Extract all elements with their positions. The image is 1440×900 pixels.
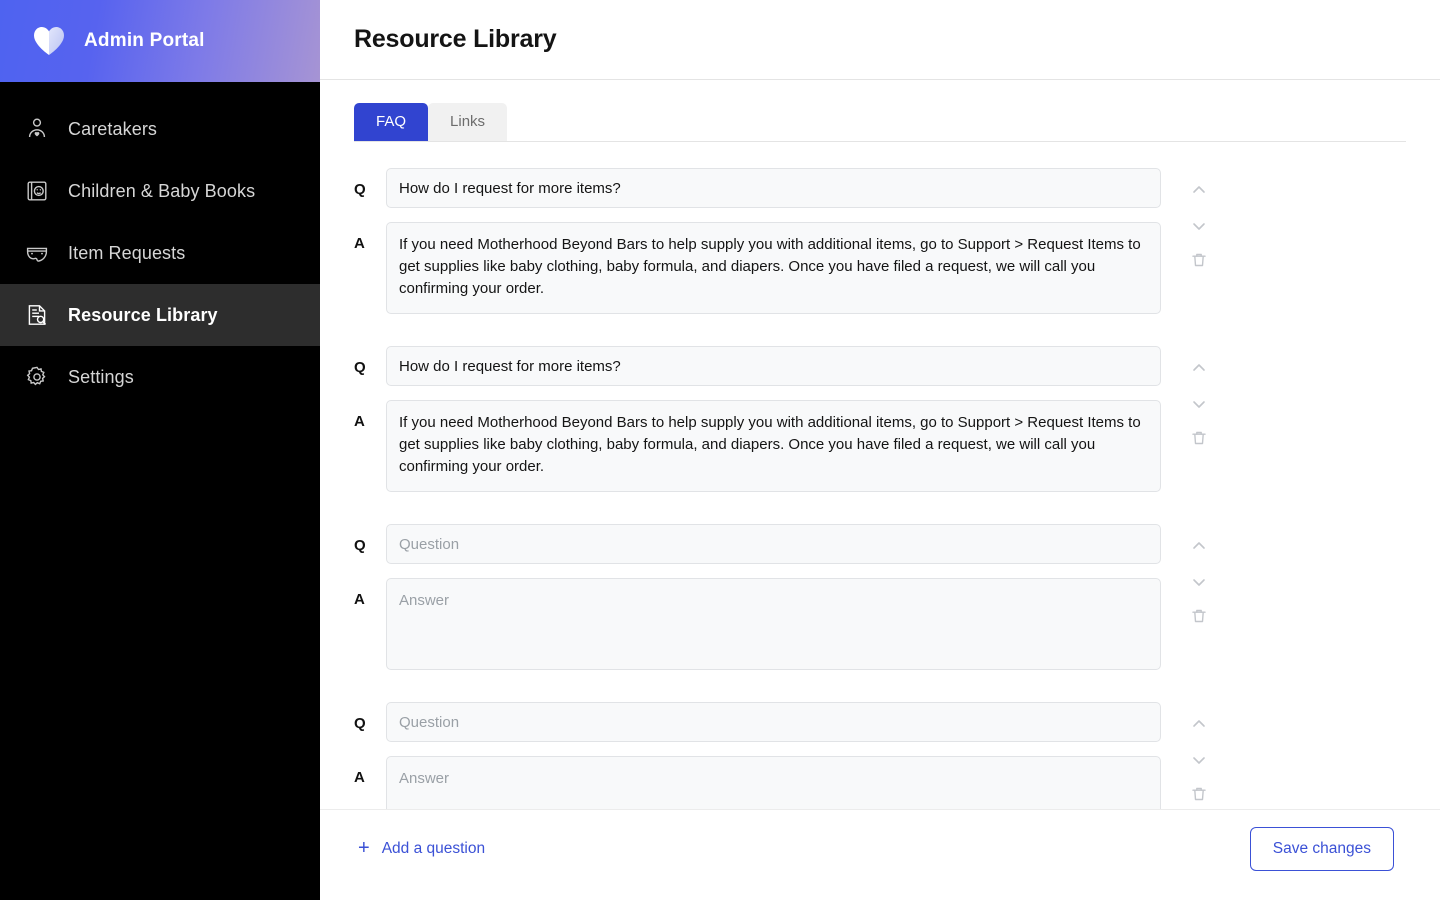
answer-input[interactable]: If you need Motherhood Beyond Bars to he… (386, 222, 1161, 314)
answer-label: A (354, 591, 365, 608)
faq-item-actions (1179, 168, 1219, 274)
faq-scroll-area[interactable]: Q A If you need Motherhood Beyond Bars t… (320, 142, 1440, 810)
answer-row: A If you need Motherhood Beyond Bars to … (354, 222, 1162, 314)
faq-fields: Q A If you need Motherhood Beyond Bars t… (354, 168, 1162, 314)
question-label: Q (354, 715, 366, 732)
answer-input[interactable]: If you need Motherhood Beyond Bars to he… (386, 400, 1161, 492)
sidebar-item-resource-library[interactable]: Resource Library (0, 284, 320, 346)
question-input[interactable] (386, 702, 1161, 742)
faq-item: Q A If you need Motherhood Beyond Bars t… (354, 346, 1426, 492)
tab-label: FAQ (376, 113, 407, 130)
chevron-up-icon (1190, 715, 1208, 733)
gear-icon (24, 364, 50, 390)
delete-button[interactable] (1185, 246, 1213, 274)
add-question-label: Add a question (381, 840, 486, 857)
tabs-row: FAQ Links (320, 80, 1440, 142)
baby-book-icon (24, 178, 50, 204)
plus-icon: + (358, 837, 370, 859)
answer-input[interactable] (386, 756, 1161, 809)
add-question-button[interactable]: + Add a question (354, 834, 489, 864)
move-up-button[interactable] (1185, 710, 1213, 738)
tab-links[interactable]: Links (428, 103, 508, 141)
faq-fields: Q A (354, 702, 1162, 809)
chevron-down-icon (1190, 573, 1208, 591)
faq-item: Q A (354, 702, 1426, 809)
move-up-button[interactable] (1185, 354, 1213, 382)
sidebar-item-label: Resource Library (68, 304, 218, 325)
delete-button[interactable] (1185, 780, 1213, 808)
sidebar-item-caretakers[interactable]: Caretakers (0, 98, 320, 160)
question-input[interactable] (386, 346, 1161, 386)
question-label: Q (354, 359, 366, 376)
move-down-button[interactable] (1185, 568, 1213, 596)
faq-list: Q A If you need Motherhood Beyond Bars t… (320, 168, 1440, 809)
page-title: Resource Library (354, 25, 557, 53)
move-up-button[interactable] (1185, 176, 1213, 204)
diaper-icon (24, 240, 50, 266)
chevron-up-icon (1190, 537, 1208, 555)
trash-icon (1190, 785, 1208, 803)
faq-item-actions (1179, 702, 1219, 808)
question-input[interactable] (386, 524, 1161, 564)
tab-list: FAQ Links (354, 103, 1406, 142)
question-row: Q (354, 346, 1162, 386)
question-input[interactable] (386, 168, 1161, 208)
tab-label: Links (450, 113, 486, 130)
move-down-button[interactable] (1185, 746, 1213, 774)
question-label: Q (354, 537, 366, 554)
question-label: Q (354, 181, 366, 198)
chevron-down-icon (1190, 751, 1208, 769)
document-search-icon (24, 302, 50, 328)
move-down-button[interactable] (1185, 390, 1213, 418)
answer-label: A (354, 413, 365, 430)
answer-label: A (354, 235, 365, 252)
sidebar-nav: Caretakers Children & Baby Books Item Re… (0, 82, 320, 408)
question-row: Q (354, 168, 1162, 208)
sidebar-item-label: Children & Baby Books (68, 180, 256, 201)
main-content: Resource Library FAQ Links Q How do I re… (320, 0, 1440, 900)
question-row: Q (354, 524, 1162, 564)
faq-item-actions (1179, 524, 1219, 630)
sidebar-item-children-baby-books[interactable]: Children & Baby Books (0, 160, 320, 222)
trash-icon (1190, 607, 1208, 625)
trash-icon (1190, 429, 1208, 447)
sidebar-item-settings[interactable]: Settings (0, 346, 320, 408)
answer-row: A (354, 756, 1162, 809)
answer-row: A If you need Motherhood Beyond Bars to … (354, 400, 1162, 492)
page-header: Resource Library (320, 0, 1440, 80)
delete-button[interactable] (1185, 424, 1213, 452)
question-row: Q (354, 702, 1162, 742)
tab-faq[interactable]: FAQ (354, 103, 429, 141)
faq-item-actions (1179, 346, 1219, 452)
brand-header: Admin Portal (0, 0, 320, 82)
brand-title: Admin Portal (84, 30, 205, 51)
sidebar-item-label: Item Requests (68, 242, 186, 263)
answer-label: A (354, 769, 365, 786)
answer-input[interactable] (386, 578, 1161, 670)
trash-icon (1190, 251, 1208, 269)
chevron-up-icon (1190, 181, 1208, 199)
sidebar-item-label: Settings (68, 366, 134, 387)
faq-item: Q A (354, 524, 1426, 670)
footer-bar: + Add a question Save changes (320, 810, 1440, 888)
answer-row: A (354, 578, 1162, 670)
chevron-down-icon (1190, 217, 1208, 235)
chevron-down-icon (1190, 395, 1208, 413)
sidebar-item-label: Caretakers (68, 118, 158, 139)
faq-fields: Q A (354, 524, 1162, 670)
app-root: Admin Portal Caretakers Children & Baby … (0, 0, 1440, 900)
save-changes-button[interactable]: Save changes (1249, 827, 1394, 871)
faq-item: Q A If you need Motherhood Beyond Bars t… (354, 168, 1426, 314)
move-up-button[interactable] (1185, 532, 1213, 560)
faq-fields: Q A If you need Motherhood Beyond Bars t… (354, 346, 1162, 492)
chevron-up-icon (1190, 359, 1208, 377)
person-heart-icon (24, 116, 50, 142)
sidebar-item-item-requests[interactable]: Item Requests (0, 222, 320, 284)
delete-button[interactable] (1185, 602, 1213, 630)
move-down-button[interactable] (1185, 212, 1213, 240)
sidebar: Admin Portal Caretakers Children & Baby … (0, 0, 320, 900)
split-heart-icon (32, 25, 66, 57)
